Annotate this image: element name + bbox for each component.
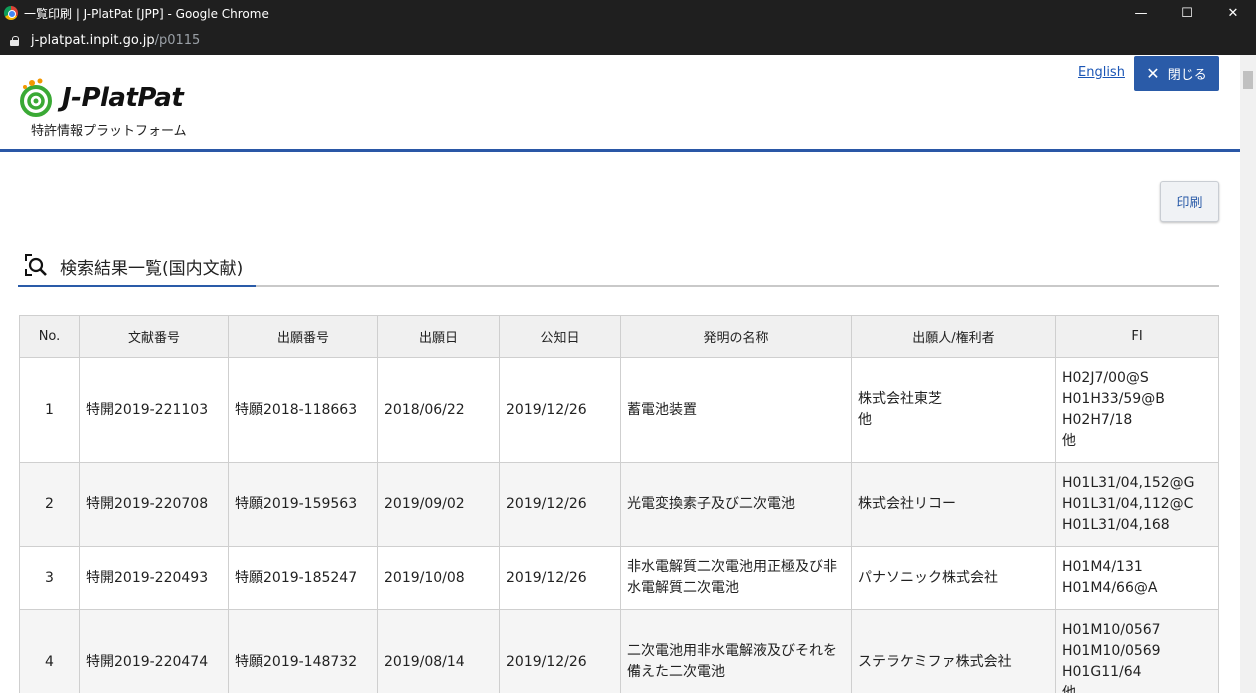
app-number: 特願2019-148732: [228, 609, 378, 693]
browser-title-bar: 一覧印刷 | J-PlatPat [JPP] - Google Chrome —…: [0, 0, 1256, 26]
doc-number-link[interactable]: 特開2019-220493: [79, 546, 229, 610]
applicant: パナソニック株式会社: [851, 546, 1056, 610]
doc-number-link[interactable]: 特開2019-220474: [79, 609, 229, 693]
scrollbar-thumb[interactable]: [1243, 71, 1253, 89]
close-icon: ✕: [1146, 64, 1160, 83]
column-header-pub-date: 公知日: [499, 315, 621, 358]
column-header-title: 発明の名称: [620, 315, 852, 358]
pub-date: 2019/12/26: [499, 546, 621, 610]
print-button[interactable]: 印刷: [1160, 181, 1219, 222]
fi-codes: H02J7/00@S H01H33/59@B H02H7/18 他: [1055, 357, 1219, 463]
fi-codes: H01L31/04,152@G H01L31/04,112@C H01L31/0…: [1055, 462, 1219, 547]
vertical-scrollbar[interactable]: [1240, 55, 1256, 693]
minimize-icon[interactable]: —: [1118, 0, 1164, 26]
invention-title: 二次電池用非水電解液及びそれを 備えた二次電池: [620, 609, 852, 693]
close-button[interactable]: ✕ 閉じる: [1134, 56, 1219, 91]
fi-codes: H01M4/131 H01M4/66@A: [1055, 546, 1219, 610]
column-header-applicant: 出願人/権利者: [851, 315, 1056, 358]
section-heading: 検索結果一覧(国内文献): [18, 245, 1219, 287]
applicant: 株式会社東芝 他: [851, 357, 1056, 463]
column-header-doc-number: 文献番号: [79, 315, 229, 358]
invention-title: 非水電解質二次電池用正極及び非 水電解質二次電池: [620, 546, 852, 610]
invention-title: 光電変換素子及び二次電池: [620, 462, 852, 547]
app-date: 2018/06/22: [377, 357, 500, 463]
doc-number-link[interactable]: 特開2019-220708: [79, 462, 229, 547]
results-table: No. 文献番号 出願番号 出願日 公知日 発明の名称 出願人/権利者 FI 1…: [19, 315, 1219, 693]
site-header: J-PlatPat 特許情報プラットフォーム English ✕ 閉じる: [0, 55, 1240, 152]
invention-title: 蓄電池装置: [620, 357, 852, 463]
logo-subtitle: 特許情報プラットフォーム: [31, 124, 187, 139]
chrome-icon: [4, 6, 18, 20]
fi-codes: H01M10/0567 H01M10/0569 H01G11/64 他: [1055, 609, 1219, 693]
app-date: 2019/10/08: [377, 546, 500, 610]
app-date: 2019/08/14: [377, 609, 500, 693]
table-row: 1 特開2019-221103 特願2018-118663 2018/06/22…: [19, 357, 1219, 463]
applicant: ステラケミファ株式会社: [851, 609, 1056, 693]
address-bar[interactable]: j-platpat.inpit.go.jp/p0115: [0, 26, 1256, 55]
close-window-icon[interactable]: ✕: [1210, 0, 1256, 26]
maximize-icon[interactable]: ☐: [1164, 0, 1210, 26]
logo-text: J-PlatPat: [62, 83, 184, 113]
column-header-no: No.: [19, 315, 80, 358]
url-host: j-platpat.inpit.go.jp: [31, 33, 155, 48]
row-no: 1: [19, 357, 80, 463]
column-header-app-date: 出願日: [377, 315, 500, 358]
row-no: 4: [19, 609, 80, 693]
app-number: 特願2019-159563: [228, 462, 378, 547]
search-icon: [25, 254, 47, 276]
table-header-row: No. 文献番号 出願番号 出願日 公知日 発明の名称 出願人/権利者 FI: [19, 315, 1219, 358]
window-controls: — ☐ ✕: [1118, 0, 1256, 26]
column-header-app-number: 出願番号: [228, 315, 378, 358]
page-content: J-PlatPat 特許情報プラットフォーム English ✕ 閉じる 印刷 …: [0, 55, 1240, 693]
applicant: 株式会社リコー: [851, 462, 1056, 547]
pub-date: 2019/12/26: [499, 462, 621, 547]
close-button-label: 閉じる: [1167, 68, 1207, 83]
lock-icon: [10, 36, 19, 46]
column-header-fi: FI: [1055, 315, 1219, 358]
table-row: 3 特開2019-220493 特願2019-185247 2019/10/08…: [19, 546, 1219, 610]
pub-date: 2019/12/26: [499, 357, 621, 463]
app-number: 特願2018-118663: [228, 357, 378, 463]
english-link[interactable]: English: [1078, 65, 1125, 80]
doc-number-link[interactable]: 特開2019-221103: [79, 357, 229, 463]
url-path: /p0115: [154, 33, 201, 48]
pub-date: 2019/12/26: [499, 609, 621, 693]
app-date: 2019/09/02: [377, 462, 500, 547]
app-number: 特願2019-185247: [228, 546, 378, 610]
row-no: 3: [19, 546, 80, 610]
logo-mark-icon: [20, 78, 52, 117]
row-no: 2: [19, 462, 80, 547]
window-title: 一覧印刷 | J-PlatPat [JPP] - Google Chrome: [24, 6, 269, 21]
section-title: 検索結果一覧(国内文献): [60, 259, 244, 279]
table-row: 2 特開2019-220708 特願2019-159563 2019/09/02…: [19, 462, 1219, 547]
jplatpat-logo[interactable]: J-PlatPat 特許情報プラットフォーム: [18, 69, 218, 139]
table-row: 4 特開2019-220474 特願2019-148732 2019/08/14…: [19, 609, 1219, 693]
section-title-underline: [18, 285, 256, 287]
